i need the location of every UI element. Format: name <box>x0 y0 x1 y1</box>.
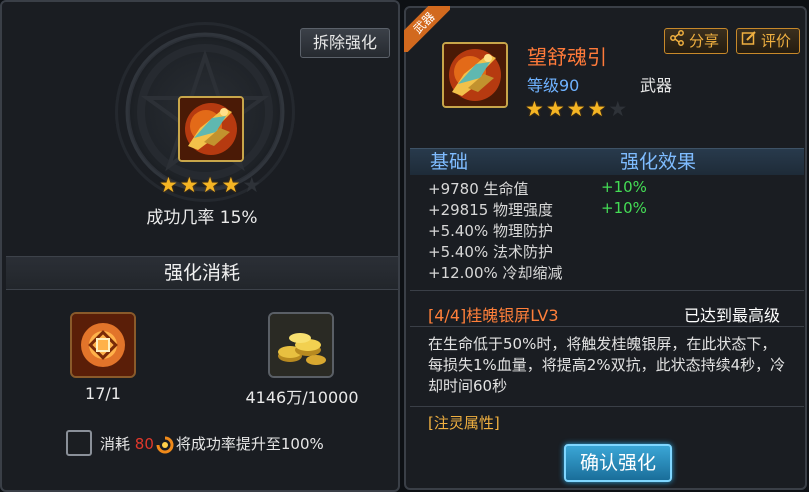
review-button[interactable]: 评价 <box>736 28 800 54</box>
star-empty-icon: ★ <box>608 97 628 121</box>
star-icon: ★ <box>545 97 565 121</box>
share-icon <box>669 29 685 53</box>
divider <box>410 406 804 407</box>
consume-option: 消耗 80 将成功率提升至100% <box>100 433 324 454</box>
attribute-label[interactable]: [注灵属性] <box>428 412 500 433</box>
item-detail-panel: 武器 望舒魂引 等级90 武器 ★ ★ ★ ★ ★ 分享 评价 基础 强化效果 … <box>404 6 807 490</box>
weapon-item-icon <box>178 96 244 162</box>
stat-bonus: +10% <box>601 199 647 217</box>
skill-title: [4/4]桂魄银屏LV3 <box>428 306 559 325</box>
confirm-enhance-button[interactable]: 确认强化 <box>564 444 672 482</box>
divider <box>410 290 804 291</box>
rune-stone-icon[interactable] <box>70 312 136 378</box>
consume-amount: 80 <box>134 435 154 453</box>
item-name: 望舒魂引 <box>527 45 607 69</box>
consume-prefix: 消耗 <box>100 435 131 453</box>
share-button[interactable]: 分享 <box>664 28 728 54</box>
stat-bonus: +10% <box>601 178 647 196</box>
stat-base: +29815 物理强度 <box>428 201 554 219</box>
star-icon: ★ <box>221 173 241 197</box>
skill-max-level: 已达到最高级 <box>684 306 781 325</box>
remove-enhance-button[interactable]: 拆除强化 <box>300 28 390 58</box>
gold-count: 4146万/10000 <box>245 388 359 407</box>
star-icon: ★ <box>200 173 220 197</box>
divider <box>410 326 804 327</box>
item-level: 等级90 <box>527 76 580 95</box>
star-icon: ★ <box>566 97 586 121</box>
stat-base: +9780 生命值 <box>428 180 529 198</box>
skill-description: 在生命低于50%时，将触发桂魄银屏，在此状态下，每损失1%血量，将提高2%双抗，… <box>428 335 786 395</box>
success-rate: 成功几率 15% <box>146 208 258 228</box>
item-type: 武器 <box>640 76 673 95</box>
stat-base: +5.40% 法术防护 <box>428 243 553 261</box>
consume-checkbox[interactable] <box>66 430 92 456</box>
star-icon: ★ <box>587 97 607 121</box>
stats-bonus-header: 强化效果 <box>620 151 697 173</box>
stat-base: +5.40% 物理防护 <box>428 222 553 240</box>
weapon-item-icon <box>442 42 508 108</box>
stats-base-header: 基础 <box>430 151 469 173</box>
item-star-rating: ★ ★ ★ ★ ★ <box>159 174 261 196</box>
consume-suffix: 将成功率提升至100% <box>175 435 324 453</box>
section-title-cost: 强化消耗 <box>6 256 398 290</box>
item-star-rating: ★ ★ ★ ★ ★ <box>525 98 627 120</box>
stats-header: 基础 强化效果 <box>410 148 804 175</box>
gold-coins-icon[interactable] <box>268 312 334 378</box>
material-count: 17/1 <box>85 384 121 403</box>
star-empty-icon: ★ <box>242 173 262 197</box>
star-icon: ★ <box>179 173 199 197</box>
enhance-panel: 拆除强化 ★ ★ ★ ★ ★ 成功几率 15% 强化消耗 17/1 4146万/… <box>0 0 400 492</box>
star-icon: ★ <box>525 97 544 121</box>
swirl-currency-icon <box>154 436 176 454</box>
stat-base: +12.00% 冷却缩减 <box>428 264 563 282</box>
star-icon: ★ <box>159 173 178 197</box>
edit-icon <box>741 29 757 53</box>
